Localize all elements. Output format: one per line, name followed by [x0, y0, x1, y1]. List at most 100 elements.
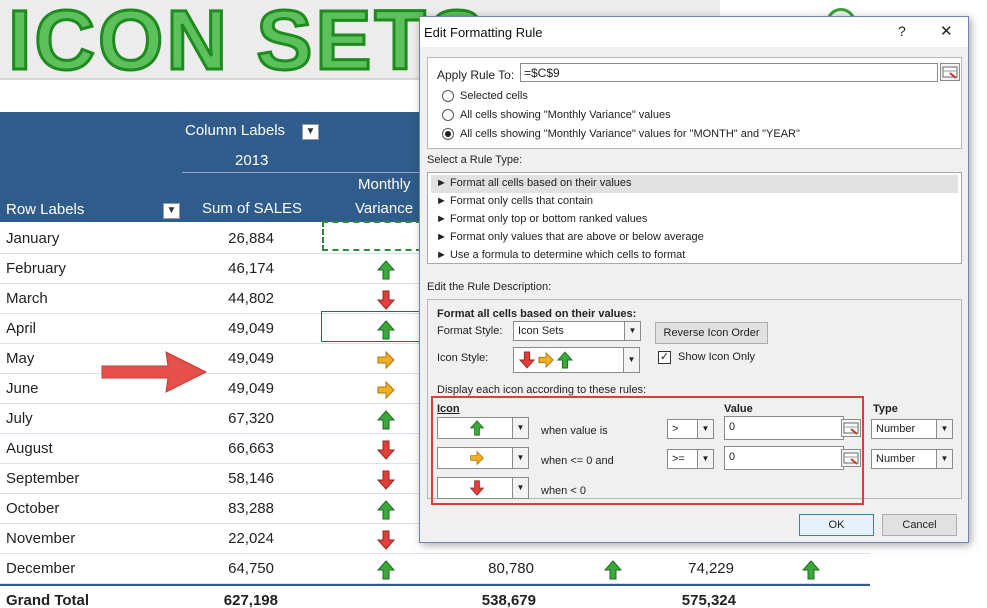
month-cell: May: [6, 350, 35, 367]
apply-rule-input[interactable]: =$C$9: [520, 63, 938, 82]
pointer-arrow-icon: [101, 351, 208, 393]
apply-rule-value: =$C$9: [524, 66, 560, 80]
year-header: 2013: [235, 152, 269, 169]
show-icon-only-label: Show Icon Only: [678, 351, 756, 363]
format-style-select[interactable]: Icon Sets ▼: [513, 321, 641, 341]
sales-cell: 44,802: [228, 290, 274, 307]
right-arrow-icon: [538, 351, 554, 369]
chevron-down-icon: ▼: [936, 420, 952, 438]
monthly-header: Monthly: [358, 176, 411, 193]
chevron-down-icon: ▼: [624, 322, 640, 340]
radio-label: All cells showing "Monthly Variance" val…: [460, 128, 800, 140]
radio-label: All cells showing "Monthly Variance" val…: [460, 109, 671, 121]
header-divider: [182, 172, 420, 173]
month-cell: March: [6, 290, 48, 307]
variance-header: Variance: [355, 200, 414, 217]
rule-2-type: Number: [876, 453, 916, 465]
month-cell: September: [6, 470, 80, 487]
help-button[interactable]: ?: [898, 23, 906, 39]
column-labels-filter-button[interactable]: ▼: [302, 124, 319, 140]
rule-type-item-all-values[interactable]: ► Format all cells based on their values: [431, 175, 958, 193]
rule-1-type: Number: [876, 423, 916, 435]
banner-title: ICON SETS: [7, 0, 488, 80]
rule-2-type-select[interactable]: Number ▼: [871, 449, 953, 469]
month-cell: April: [6, 320, 37, 337]
copy-selection-marquee: [322, 221, 422, 251]
rule-type-item-top-bottom[interactable]: ► Format only top or bottom ranked value…: [431, 211, 958, 229]
radio-button-checked[interactable]: [442, 128, 454, 141]
display-rules-label: Display each icon according to these rul…: [437, 384, 647, 396]
radio-selected-cells[interactable]: Selected cells: [442, 90, 528, 103]
grand-total-row: Grand Total 627,198 538,679 575,324: [0, 584, 870, 608]
rule-type-item-average[interactable]: ► Format only values that are above or b…: [431, 229, 958, 247]
sum-of-sales-header: Sum of SALES: [202, 200, 303, 217]
month-cell: October: [6, 500, 60, 517]
chevron-down-icon: ▼: [623, 348, 639, 372]
format-style-value: Icon Sets: [518, 325, 564, 337]
up-arrow-icon: [377, 410, 395, 430]
dialog-title: Edit Formatting Rule: [424, 25, 543, 40]
chevron-down-icon: ▼: [936, 450, 952, 468]
icon-style-select[interactable]: ▼: [513, 347, 640, 373]
ok-button[interactable]: OK: [799, 514, 874, 536]
radio-button[interactable]: [442, 90, 454, 103]
down-arrow-icon: [377, 530, 395, 550]
up-arrow-icon: [377, 560, 395, 580]
cancel-button[interactable]: Cancel: [882, 514, 957, 536]
radio-monthly-variance[interactable]: All cells showing "Monthly Variance" val…: [442, 109, 671, 122]
rule-1-type-select[interactable]: Number ▼: [871, 419, 953, 439]
sales-cell: 22,024: [228, 530, 274, 547]
right-arrow-icon: [377, 380, 395, 400]
sales-cell: 49,049: [228, 320, 274, 337]
month-cell: August: [6, 440, 53, 457]
icon-style-label: Icon Style:: [437, 352, 489, 364]
dialog-titlebar[interactable]: Edit Formatting Rule ? ✕: [420, 17, 968, 47]
grand-total-col4: 538,679: [481, 592, 536, 608]
rule-type-list: ► Format all cells based on their values…: [427, 172, 962, 264]
right-arrow-icon: [377, 350, 395, 370]
format-all-label: Format all cells based on their values:: [437, 308, 637, 320]
rule-type-item-contain[interactable]: ► Format only cells that contain: [431, 193, 958, 211]
month-cell: July: [6, 410, 33, 427]
up-arrow-icon: [377, 260, 395, 280]
edit-rule-description-label: Edit the Rule Description:: [427, 281, 552, 293]
column-labels-header: Column Labels: [185, 122, 286, 139]
radio-month-year[interactable]: All cells showing "Monthly Variance" val…: [442, 128, 800, 141]
apply-rule-label: Apply Rule To:: [437, 68, 515, 82]
radio-button[interactable]: [442, 109, 454, 122]
sales-cell: 66,663: [228, 440, 274, 457]
sales-cell: 83,288: [228, 500, 274, 517]
up-arrow-icon: [377, 500, 395, 520]
show-icon-only-checkbox[interactable]: ✓: [658, 351, 671, 364]
active-cell-selection[interactable]: [321, 311, 421, 342]
rule-type-item-formula[interactable]: ► Use a formula to determine which cells…: [431, 247, 958, 265]
sales-cell: 58,146: [228, 470, 274, 487]
down-arrow-icon: [377, 440, 395, 460]
up-arrow-icon: [604, 560, 622, 580]
sales-cell: 64,750: [228, 560, 274, 577]
radio-label: Selected cells: [460, 90, 528, 102]
month-cell: February: [6, 260, 67, 277]
month-cell: January: [6, 230, 60, 247]
value-cell: 80,780: [488, 560, 534, 577]
close-icon[interactable]: ✕: [940, 22, 953, 40]
range-picker-icon[interactable]: [940, 63, 960, 81]
rules-highlight-outline: [431, 396, 864, 505]
value-cell: 74,229: [688, 560, 734, 577]
row-labels-filter-button[interactable]: ▼: [163, 203, 180, 219]
month-cell: November: [6, 530, 76, 547]
pivot-header: Column Labels ▼ 2013 Row Labels ▼ Sum of…: [0, 112, 420, 222]
down-arrow-icon: [377, 290, 395, 310]
up-arrow-icon: [557, 351, 573, 369]
sales-cell: 46,174: [228, 260, 274, 277]
row-labels-header: Row Labels: [6, 201, 85, 218]
table-row: December 64,750 80,780 74,229: [0, 554, 870, 584]
select-rule-type-label: Select a Rule Type:: [427, 154, 523, 166]
reverse-icon-order-button[interactable]: Reverse Icon Order: [655, 322, 768, 344]
format-style-label: Format Style:: [437, 325, 503, 337]
grand-total-col6: 575,324: [681, 592, 736, 608]
down-arrow-icon: [377, 470, 395, 490]
apply-rule-group: Apply Rule To: =$C$9 Selected cells All …: [427, 57, 962, 149]
grand-total-sales: 627,198: [223, 592, 278, 608]
up-arrow-icon: [802, 560, 820, 580]
